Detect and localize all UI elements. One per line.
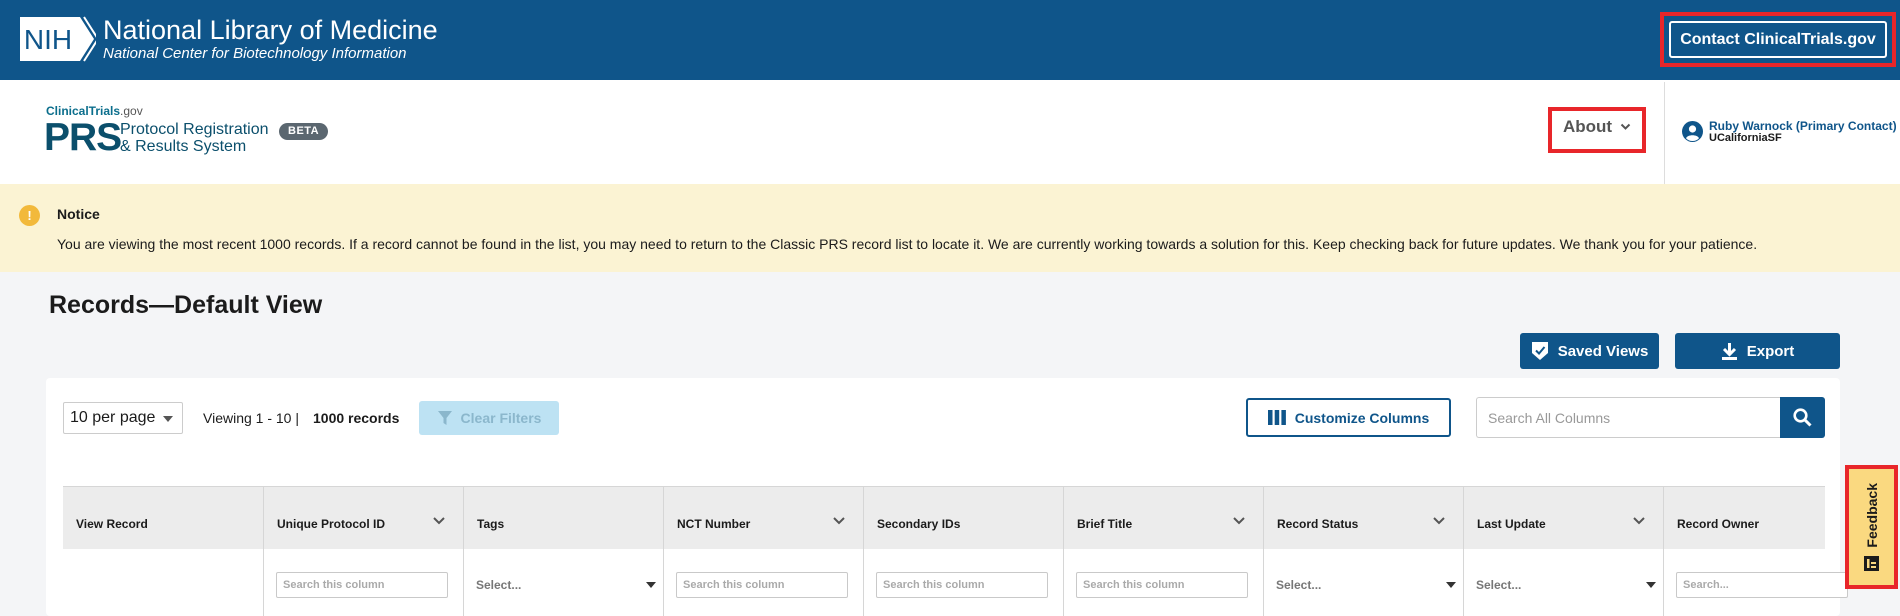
column-header-record-owner: Record Owner <box>1663 487 1863 549</box>
column-header-label: Brief Title <box>1077 517 1133 531</box>
column-search-input[interactable]: Search this column <box>876 572 1048 598</box>
column-header-label: NCT Number <box>677 517 751 531</box>
column-header-label: Unique Protocol ID <box>277 517 385 531</box>
notice-body: You are viewing the most recent 1000 rec… <box>57 236 1758 252</box>
columns-icon <box>1267 410 1286 425</box>
search-icon <box>1793 408 1812 427</box>
sort-chevron-icon[interactable] <box>1633 517 1645 525</box>
user-organization: UCaliforniaSF <box>1709 132 1782 144</box>
column-header-brief-title[interactable]: Brief Title <box>1063 487 1263 549</box>
column-select-value: Select... <box>1476 578 1522 592</box>
caret-down-icon <box>646 582 656 588</box>
column-select-value: Select... <box>1276 578 1322 592</box>
beta-badge: BETA <box>279 123 329 140</box>
notice-banner <box>0 184 1900 272</box>
notice-title: Notice <box>57 206 100 222</box>
about-label: About <box>1562 117 1613 136</box>
saved-views-label: Saved Views <box>1557 342 1649 360</box>
customize-columns-button[interactable]: Customize Columns <box>1246 398 1451 437</box>
per-page-value: 10 per page <box>70 409 156 426</box>
nih-logo[interactable]: NIH <box>18 15 96 63</box>
caret-down-icon <box>163 416 173 422</box>
page-title: Records—Default View <box>49 291 323 319</box>
sort-chevron-icon[interactable] <box>1233 517 1245 525</box>
header-divider <box>1664 82 1665 184</box>
column-header-record-status[interactable]: Record Status <box>1263 487 1463 549</box>
feedback-label: Feedback <box>1863 483 1880 548</box>
customize-columns-label: Customize Columns <box>1294 409 1430 426</box>
filter-cell-brief-title: Search this column <box>1063 549 1263 616</box>
column-header-label: Secondary IDs <box>877 517 961 531</box>
column-header-secondary-ids: Secondary IDs <box>863 487 1063 549</box>
column-search-input[interactable]: Search... <box>1676 572 1848 598</box>
column-header-label: Tags <box>477 517 505 531</box>
nlm-title: National Library of Medicine <box>103 15 438 45</box>
user-account-icon[interactable] <box>1682 121 1703 142</box>
caret-down-icon <box>1646 582 1656 588</box>
filter-cell-view-record <box>63 549 263 616</box>
column-select[interactable]: Select... <box>476 572 656 598</box>
column-header-tags: Tags <box>463 487 663 549</box>
search-button[interactable] <box>1780 397 1825 438</box>
feedback-tab[interactable]: Feedback <box>1849 468 1894 586</box>
filter-cell-last-update: Select... <box>1463 549 1663 616</box>
ct-gov-suffix: .gov <box>120 104 143 118</box>
filter-cell-nct-number: Search this column <box>663 549 863 616</box>
filter-cell-record-status: Select... <box>1263 549 1463 616</box>
clear-filters-label: Clear Filters <box>460 410 542 426</box>
nih-logo-text: NIH <box>24 24 72 55</box>
column-search-input[interactable]: Search this column <box>676 572 848 598</box>
clear-filters-button[interactable]: Clear Filters <box>419 401 559 435</box>
filter-cell-secondary-ids: Search this column <box>863 549 1063 616</box>
column-header-label: Record Owner <box>1677 517 1760 531</box>
filter-icon <box>437 411 452 425</box>
column-select[interactable]: Select... <box>1276 572 1456 598</box>
saved-views-button[interactable]: Saved Views <box>1520 333 1659 369</box>
column-header-label: View Record <box>76 517 148 531</box>
search-all-columns-input[interactable]: Search All Columns <box>1476 397 1781 438</box>
column-header-unique-protocol-id[interactable]: Unique Protocol ID <box>263 487 463 549</box>
chevron-down-icon <box>1620 123 1631 130</box>
feedback-icon <box>1864 555 1879 571</box>
prs-name-line2: & Results System <box>120 138 247 155</box>
viewing-range: Viewing 1 - 10 | <box>203 410 299 426</box>
table-header-row: View Record Unique Protocol ID Tags NCT Num… <box>63 486 1825 549</box>
caret-down-icon <box>1446 582 1456 588</box>
column-select[interactable]: Select... <box>1476 572 1656 598</box>
record-count: 1000 records <box>313 410 400 426</box>
column-header-view-record: View Record <box>63 487 263 549</box>
filter-cell-unique-protocol-id: Search this column <box>263 549 463 616</box>
column-search-input[interactable]: Search this column <box>1076 572 1248 598</box>
download-icon <box>1721 343 1737 360</box>
sort-chevron-icon[interactable] <box>833 517 845 525</box>
column-header-label: Last Update <box>1477 517 1546 531</box>
column-header-nct-number[interactable]: NCT Number <box>663 487 863 549</box>
column-header-label: Record Status <box>1277 517 1359 531</box>
info-icon: ! <box>19 205 40 226</box>
filter-cell-tags: Select... <box>463 549 663 616</box>
column-header-last-update[interactable]: Last Update <box>1463 487 1663 549</box>
table-filter-row: Search this column Select... Search this c… <box>63 549 1848 616</box>
filter-cell-record-owner: Search... <box>1663 549 1863 616</box>
column-select-value: Select... <box>476 578 522 592</box>
column-search-input[interactable]: Search this column <box>276 572 448 598</box>
per-page-select[interactable]: 10 per page <box>63 402 183 434</box>
export-button[interactable]: Export <box>1675 333 1840 369</box>
contact-clinicaltrials-button[interactable]: Contact ClinicalTrials.gov <box>1669 21 1887 58</box>
about-menu-button[interactable]: About <box>1550 107 1644 147</box>
prs-acronym[interactable]: PRS <box>44 118 122 158</box>
sort-chevron-icon[interactable] <box>1433 517 1445 525</box>
ncbi-subtitle: National Center for Biotechnology Inform… <box>103 45 407 62</box>
sort-chevron-icon[interactable] <box>433 517 445 525</box>
prs-name-line1: Protocol Registration <box>120 121 269 138</box>
export-label: Export <box>1746 342 1795 360</box>
shield-check-icon <box>1531 342 1548 360</box>
